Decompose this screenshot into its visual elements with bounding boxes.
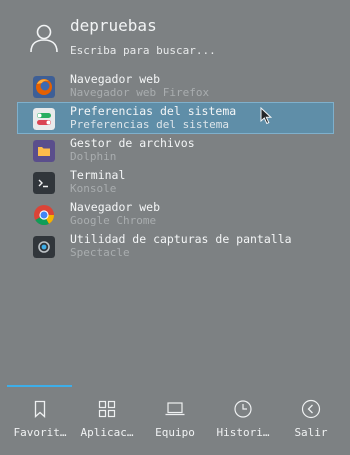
- tab-label: Salir: [294, 426, 328, 439]
- search-results-list: Navegador web Navegador web Firefox Pref…: [17, 70, 334, 262]
- app-name: Utilidad de capturas de pantalla: [70, 232, 292, 246]
- app-name: Gestor de archivos: [70, 136, 195, 150]
- tab-label: Aplicac…: [80, 426, 134, 439]
- list-item[interactable]: Terminal Konsole: [17, 166, 334, 198]
- computer-icon: [165, 402, 185, 416]
- app-description: Navegador web Firefox: [70, 86, 210, 99]
- list-item[interactable]: Gestor de archivos Dolphin: [17, 134, 334, 166]
- chrome-icon: [34, 205, 55, 226]
- launcher-tab-bar: Favorit… Aplicac… Equipo Histori… Salir: [0, 385, 350, 455]
- app-name: Preferencias del sistema: [70, 104, 237, 118]
- app-description: Dolphin: [70, 150, 117, 163]
- bookmark-icon: [34, 400, 46, 418]
- applications-grid-icon: [98, 400, 116, 418]
- tab-label: Equipo: [155, 426, 195, 439]
- back-arrow-circle-icon: [301, 399, 321, 419]
- mouse-pointer-icon: [260, 107, 272, 125]
- tab-label: Favorit…: [13, 426, 67, 439]
- list-item[interactable]: Navegador web Google Chrome: [17, 198, 334, 230]
- user-avatar-icon[interactable]: [28, 22, 60, 54]
- app-description: Konsole: [70, 182, 117, 195]
- tab-computer[interactable]: Equipo: [140, 385, 210, 455]
- tab-applications[interactable]: Aplicac…: [72, 385, 142, 455]
- list-item-selected[interactable]: Preferencias del sistema Preferencias de…: [17, 102, 334, 134]
- terminal-icon: [33, 172, 55, 194]
- app-description: Preferencias del sistema: [70, 118, 229, 131]
- system-settings-icon: [33, 108, 55, 130]
- launcher-header: depruebas: [0, 0, 350, 66]
- camera-icon: [33, 236, 55, 258]
- tab-history[interactable]: Histori…: [208, 385, 278, 455]
- folder-icon: [33, 140, 55, 162]
- tab-label: Histori…: [216, 426, 270, 439]
- tab-leave[interactable]: Salir: [276, 385, 346, 455]
- search-input[interactable]: [68, 41, 342, 59]
- app-name: Terminal: [70, 168, 126, 182]
- list-item[interactable]: Utilidad de capturas de pantalla Spectac…: [17, 230, 334, 262]
- app-description: Spectacle: [70, 246, 130, 259]
- user-name: depruebas: [70, 16, 157, 35]
- app-name: Navegador web: [70, 72, 161, 86]
- tab-favorites[interactable]: Favorit…: [5, 385, 75, 455]
- list-item[interactable]: Navegador web Navegador web Firefox: [17, 70, 334, 102]
- app-name: Navegador web: [70, 200, 161, 214]
- clock-icon: [234, 400, 252, 418]
- app-description: Google Chrome: [70, 214, 157, 227]
- firefox-icon: [33, 76, 55, 98]
